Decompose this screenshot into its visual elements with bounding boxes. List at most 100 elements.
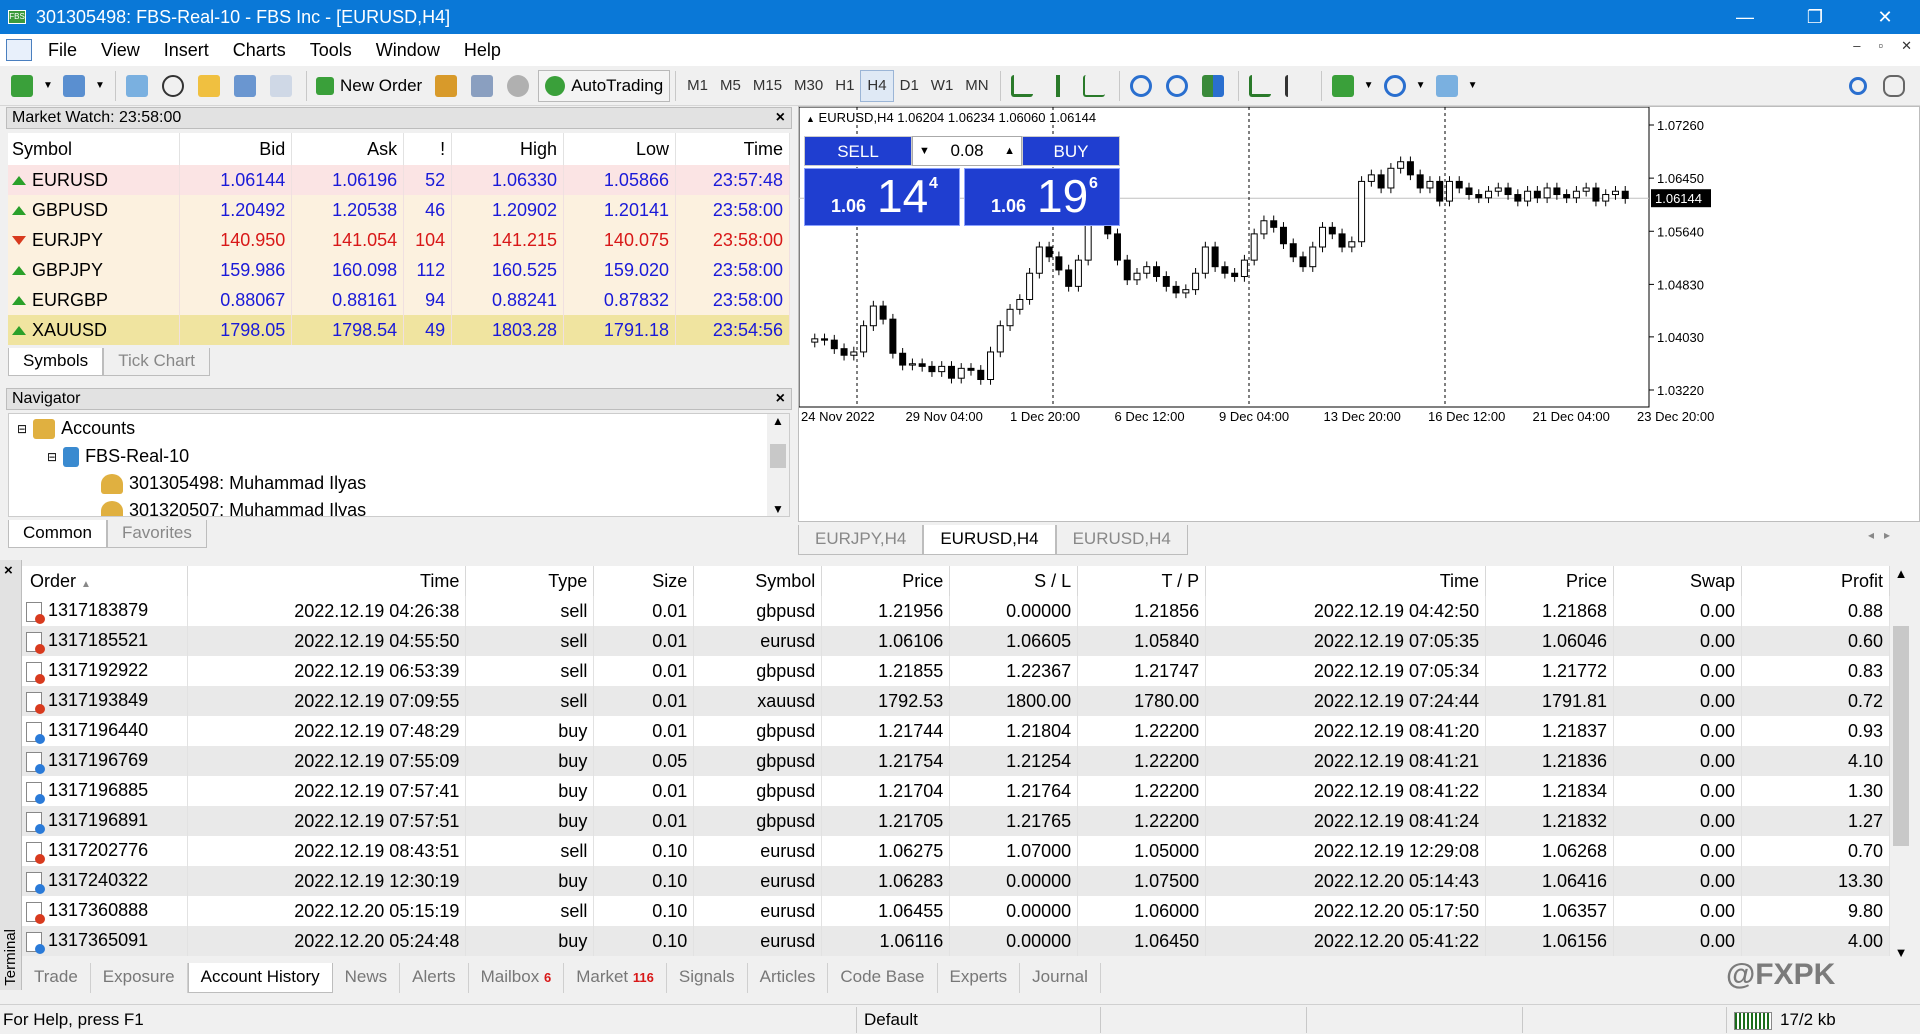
timeframe-m30[interactable]: M30	[788, 70, 829, 102]
lot-decrease-icon[interactable]: ▼	[913, 145, 930, 157]
new-chart-button[interactable]	[6, 70, 38, 102]
col-profit[interactable]: Profit	[1741, 566, 1890, 596]
col-ask[interactable]: Ask	[291, 133, 405, 165]
terminal-tab-journal[interactable]: Journal	[1020, 963, 1101, 993]
terminal-tab-market[interactable]: Market 116	[564, 963, 667, 993]
menu-help[interactable]: Help	[452, 40, 513, 61]
menu-file[interactable]: File	[36, 40, 89, 61]
close-button[interactable]: ✕	[1850, 0, 1920, 34]
signals-button[interactable]	[466, 70, 498, 102]
templates-dropdown[interactable]: ▼	[1467, 70, 1479, 102]
restore-button[interactable]: ❐	[1780, 0, 1850, 34]
navigator-close-button[interactable]: ×	[776, 389, 785, 409]
minimize-button[interactable]: —	[1710, 0, 1780, 34]
history-row[interactable]: 1317240322 2022.12.19 12:30:19 buy 0.10 euru…	[22, 866, 1890, 896]
tab-common[interactable]: Common	[8, 520, 107, 548]
tab-favorites[interactable]: Favorites	[106, 520, 207, 548]
market-watch-row[interactable]: EURUSD 1.06144 1.06196 52 1.06330 1.05866 23:5…	[8, 165, 790, 195]
order-cell[interactable]: 1317196769	[22, 746, 189, 776]
candlestick-button[interactable]	[1042, 70, 1074, 102]
profiles-button[interactable]	[58, 70, 90, 102]
mdi-close-button[interactable]: ✕	[1901, 38, 1912, 54]
history-row[interactable]: 1317192922 2022.12.19 06:53:39 sell 0.01 gbp…	[22, 656, 1890, 686]
col-sl[interactable]: S / L	[949, 566, 1079, 596]
scroll-up-icon[interactable]: ▲	[767, 414, 789, 428]
market-watch-row[interactable]: EURGBP 0.88067 0.88161 94 0.88241 0.87832 23:5…	[8, 285, 790, 315]
tab-tick-chart[interactable]: Tick Chart	[103, 348, 211, 376]
tree-node-accounts[interactable]: ⊟ Accounts	[17, 418, 135, 439]
collapse-icon[interactable]: ⊟	[47, 450, 57, 464]
col-low[interactable]: Low	[563, 133, 676, 165]
timeframe-h4[interactable]: H4	[860, 69, 894, 102]
chart-tabs-scroll[interactable]: ◂ ▸	[1868, 528, 1890, 542]
col-high[interactable]: High	[451, 133, 565, 165]
symbol-cell[interactable]: XAUUSD	[8, 315, 181, 345]
scroll-thumb[interactable]	[770, 444, 786, 468]
terminal-tab-signals[interactable]: Signals	[667, 963, 748, 993]
col-close-price[interactable]: Price	[1485, 566, 1615, 596]
vps-button[interactable]	[502, 70, 534, 102]
symbol-cell[interactable]: EURUSD	[8, 165, 181, 195]
terminal-tab-exposure[interactable]: Exposure	[91, 963, 188, 993]
chart-tab-eurjpy-h4[interactable]: EURJPY,H4	[798, 525, 924, 555]
zoom-in-button[interactable]	[1125, 70, 1157, 102]
timeframe-h1[interactable]: H1	[829, 70, 860, 102]
col-type[interactable]: Type	[465, 566, 595, 596]
col-close-time[interactable]: Time	[1205, 566, 1487, 596]
order-cell[interactable]: 1317365091	[22, 926, 189, 956]
col-spread[interactable]: !	[403, 133, 453, 165]
menu-view[interactable]: View	[89, 40, 152, 61]
metaeditor-button[interactable]	[430, 70, 462, 102]
mdi-restore-button[interactable]: ▫	[1878, 38, 1883, 54]
order-cell[interactable]: 1317183879	[22, 596, 189, 626]
market-watch-button[interactable]	[121, 70, 153, 102]
symbol-cell[interactable]: EURJPY	[8, 225, 181, 255]
col-symbol[interactable]: Symbol	[693, 566, 823, 596]
terminal-tab-trade[interactable]: Trade	[22, 963, 91, 993]
new-chart-dropdown[interactable]: ▼	[42, 70, 54, 102]
col-open-time[interactable]: Time	[187, 566, 467, 596]
terminal-tab-code-base[interactable]: Code Base	[828, 963, 938, 993]
chart-window-icon[interactable]	[6, 39, 32, 61]
timeframe-mn[interactable]: MN	[959, 70, 994, 102]
scroll-down-icon[interactable]: ▼	[767, 502, 789, 516]
lot-increase-icon[interactable]: ▲	[1004, 145, 1021, 157]
new-order-button[interactable]: New Order	[312, 70, 426, 102]
chart-tab-eurusd-h4[interactable]: EURUSD,H4	[923, 525, 1056, 555]
menu-window[interactable]: Window	[364, 40, 452, 61]
history-row[interactable]: 1317196769 2022.12.19 07:55:09 buy 0.05 gbpu…	[22, 746, 1890, 776]
col-symbol[interactable]: Symbol	[8, 133, 181, 165]
navigator-button[interactable]	[193, 70, 225, 102]
menu-tools[interactable]: Tools	[298, 40, 364, 61]
autotrading-button[interactable]: AutoTrading	[538, 69, 671, 102]
profiles-dropdown[interactable]: ▼	[94, 70, 106, 102]
col-bid[interactable]: Bid	[179, 133, 293, 165]
autoscroll-button[interactable]	[1244, 70, 1276, 102]
chat-button[interactable]	[1878, 70, 1910, 102]
scroll-up-icon[interactable]: ▲	[1890, 566, 1912, 581]
order-cell[interactable]: 1317193849	[22, 686, 189, 716]
terminal-tab-news[interactable]: News	[333, 963, 401, 993]
indicators-button[interactable]	[1327, 70, 1359, 102]
order-cell[interactable]: 1317240322	[22, 866, 189, 896]
terminal-button[interactable]	[229, 70, 261, 102]
search-button[interactable]	[1842, 70, 1874, 102]
lot-size-input[interactable]: ▼ 0.08 ▲	[912, 136, 1022, 166]
menu-insert[interactable]: Insert	[152, 40, 221, 61]
market-watch-close-button[interactable]: ×	[776, 108, 785, 128]
market-watch-row[interactable]: GBPUSD 1.20492 1.20538 46 1.20902 1.20141 23:5…	[8, 195, 790, 225]
periods-button[interactable]	[1379, 70, 1411, 102]
order-cell[interactable]: 1317196885	[22, 776, 189, 806]
indicators-dropdown[interactable]: ▼	[1363, 70, 1375, 102]
menu-charts[interactable]: Charts	[221, 40, 298, 61]
timeframe-m1[interactable]: M1	[681, 70, 714, 102]
col-time[interactable]: Time	[675, 133, 790, 165]
market-watch-row[interactable]: EURJPY 140.950 141.054 104 141.215 140.075 23:…	[8, 225, 790, 255]
mdi-minimize-button[interactable]: –	[1853, 38, 1860, 54]
col-size[interactable]: Size	[593, 566, 695, 596]
templates-button[interactable]	[1431, 70, 1463, 102]
history-row[interactable]: 1317365091 2022.12.20 05:24:48 buy 0.10 euru…	[22, 926, 1890, 956]
history-row[interactable]: 1317193849 2022.12.19 07:09:55 sell 0.01 xau…	[22, 686, 1890, 716]
chart-shift-button[interactable]	[1280, 70, 1312, 102]
tab-symbols[interactable]: Symbols	[8, 348, 104, 376]
